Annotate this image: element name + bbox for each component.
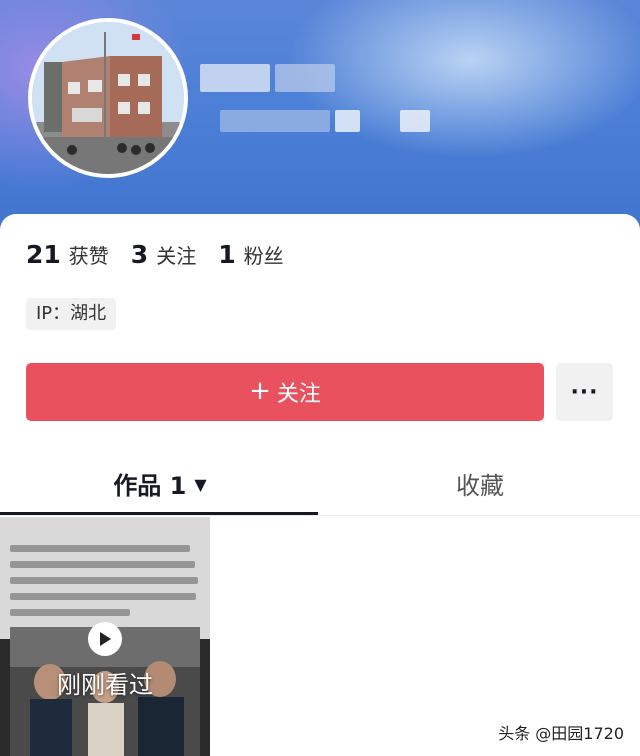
stat-likes[interactable]: 21 获赞 [26, 240, 109, 269]
stat-followers-label: 粉丝 [243, 244, 284, 268]
stat-likes-value: 21 [26, 240, 61, 269]
stat-followers-value: 1 [218, 240, 236, 269]
profile-stats: 21 获赞 3 关注 1 粉丝 [26, 240, 284, 274]
tab-favorites-label: 收藏 [456, 471, 504, 500]
nickname-blurred [200, 64, 270, 92]
tab-works-label: 作品 1 [113, 471, 187, 500]
watermark-text: 头条 @田园1720 [498, 724, 624, 743]
tab-works[interactable]: 作品 1 ▼ [0, 455, 320, 511]
stat-followers[interactable]: 1 粉丝 [218, 240, 283, 269]
follow-button-label: 关注 [276, 382, 321, 407]
stat-following-label: 关注 [156, 244, 197, 268]
avatar-photo [32, 22, 184, 174]
caret-down-icon: ▼ [194, 474, 207, 494]
nickname-blurred-2 [275, 64, 335, 92]
id-blurred-3 [400, 110, 430, 132]
plus-icon: + [249, 376, 271, 406]
thumbnail-text-line [10, 561, 195, 568]
recently-watched-label: 刚刚看过 [57, 671, 153, 699]
play-icon [88, 622, 122, 656]
follow-button[interactable]: + 关注 [26, 363, 544, 421]
content-tabs: 作品 1 ▼ 收藏 [0, 455, 640, 515]
stat-likes-label: 获赞 [68, 244, 109, 268]
thumbnail-text-line [10, 577, 198, 584]
tabs-divider [0, 515, 640, 516]
tab-favorites[interactable]: 收藏 [320, 455, 640, 511]
id-blurred [220, 110, 330, 132]
thumbnail-text-page [0, 517, 210, 639]
thumbnail-text-line [10, 545, 190, 552]
avatar[interactable] [28, 18, 188, 178]
more-button[interactable]: ··· [556, 363, 613, 421]
thumbnail-text-line [10, 609, 130, 616]
ip-location-tag: IP：湖北 [26, 298, 117, 330]
stat-following[interactable]: 3 关注 [131, 240, 196, 269]
id-blurred-2 [335, 110, 360, 132]
more-icon: ··· [570, 379, 599, 405]
stat-following-value: 3 [130, 240, 149, 269]
video-thumbnail[interactable]: 刚刚看过 [0, 517, 210, 756]
thumbnail-text-line [10, 593, 196, 600]
